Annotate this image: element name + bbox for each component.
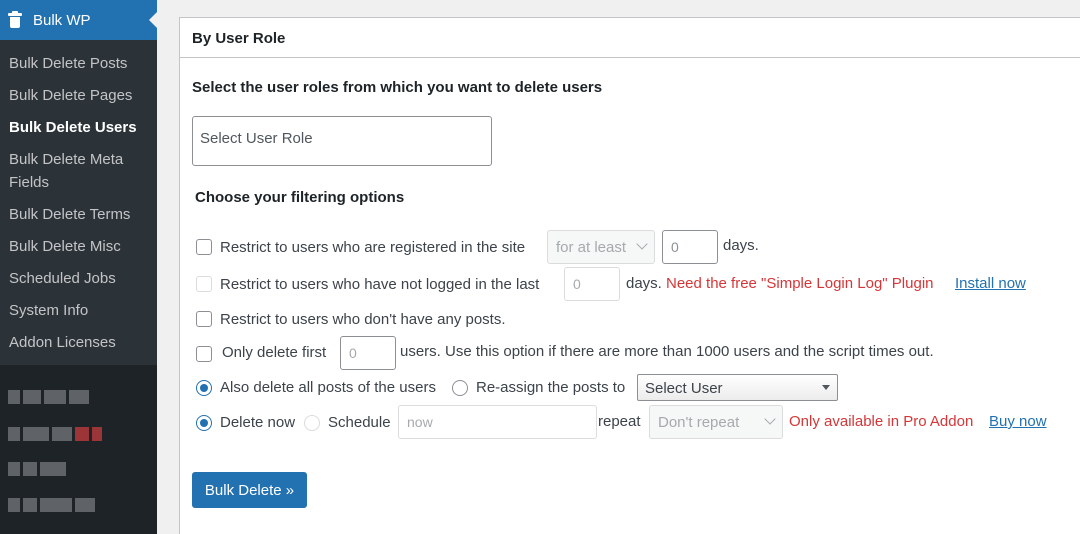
- sidebar-item-system-info[interactable]: System Info: [0, 294, 157, 326]
- not-logged-days-unit: days.: [626, 275, 662, 292]
- sidebar-submenu: Bulk Delete Posts Bulk Delete Pages Bulk…: [0, 40, 157, 365]
- limit-label: Only delete first: [222, 344, 327, 361]
- delete-now-label: Delete now: [220, 414, 296, 431]
- user-role-select[interactable]: Select User Role: [192, 116, 492, 166]
- delete-posts-radio[interactable]: [196, 380, 212, 396]
- by-user-role-panel: By User Role Select the user roles from …: [179, 17, 1080, 534]
- reassign-posts-label: Re-assign the posts to: [476, 379, 626, 396]
- schedule-label: Schedule: [328, 414, 391, 431]
- trash-icon: [8, 11, 22, 28]
- repeat-label: repeat: [598, 413, 641, 430]
- registered-operator-value: for at least: [556, 239, 627, 256]
- repeat-value: Don't repeat: [658, 414, 740, 431]
- buy-now-link[interactable]: Buy now: [989, 413, 1047, 430]
- registered-filter-label: Restrict to users who are registered in …: [220, 239, 526, 256]
- limit-suffix: users. Use this option if there are more…: [400, 343, 934, 360]
- registered-operator-select[interactable]: for at least: [547, 230, 655, 264]
- not-logged-days-input[interactable]: 0: [564, 267, 620, 301]
- no-posts-filter-label: Restrict to users who don't have any pos…: [220, 311, 506, 328]
- sidebar-item-bulk-delete-posts[interactable]: Bulk Delete Posts: [0, 47, 157, 79]
- current-menu-arrow: [149, 12, 157, 28]
- intro-text: Select the user roles from which you wan…: [192, 79, 603, 96]
- sidebar-item-addon-licenses[interactable]: Addon Licenses: [0, 326, 157, 358]
- sidebar-item-bulk-delete-terms[interactable]: Bulk Delete Terms: [0, 198, 157, 230]
- schedule-radio[interactable]: [304, 415, 320, 431]
- repeat-select[interactable]: Don't repeat: [649, 405, 783, 439]
- filter-heading: Choose your filtering options: [195, 189, 405, 206]
- not-logged-filter-label: Restrict to users who have not logged in…: [220, 276, 540, 293]
- bulk-delete-button[interactable]: Bulk Delete »: [192, 472, 307, 508]
- schedule-time-input[interactable]: now: [398, 405, 597, 439]
- not-logged-days-value: 0: [573, 276, 581, 292]
- sidebar-item-bulk-delete-pages[interactable]: Bulk Delete Pages: [0, 79, 157, 111]
- reassign-user-value: Select User: [645, 380, 723, 397]
- delete-now-radio[interactable]: [196, 415, 212, 431]
- reassign-posts-radio[interactable]: [452, 380, 468, 396]
- user-role-placeholder: Select User Role: [200, 130, 313, 147]
- reassign-user-select[interactable]: Select User: [637, 374, 838, 401]
- registered-filter-checkbox[interactable]: [196, 239, 212, 255]
- sidebar-item-bulk-delete-meta-fields[interactable]: Bulk Delete Meta Fields: [0, 143, 157, 198]
- blurred-menu-item[interactable]: [8, 390, 92, 406]
- chevron-down-icon: [636, 238, 648, 250]
- install-now-link[interactable]: Install now: [955, 275, 1026, 292]
- blurred-menu-item[interactable]: [8, 498, 98, 514]
- delete-posts-label: Also delete all posts of the users: [220, 379, 436, 396]
- schedule-time-placeholder: now: [407, 414, 433, 430]
- limit-checkbox[interactable]: [196, 346, 212, 362]
- limit-value: 0: [349, 345, 357, 361]
- registered-days-value: 0: [671, 239, 679, 255]
- sidebar-item-scheduled-jobs[interactable]: Scheduled Jobs: [0, 262, 157, 294]
- limit-input[interactable]: 0: [340, 336, 396, 370]
- blurred-menu-item[interactable]: [8, 427, 105, 443]
- chevron-down-icon: [764, 413, 776, 425]
- registered-days-input[interactable]: 0: [662, 230, 718, 264]
- admin-sidebar: Bulk WP Bulk Delete Posts Bulk Delete Pa…: [0, 0, 157, 534]
- not-logged-filter-checkbox[interactable]: [196, 276, 212, 292]
- panel-title: By User Role: [180, 18, 1080, 58]
- sidebar-menu-title: Bulk WP: [33, 11, 91, 29]
- sidebar-item-bulk-delete-users[interactable]: Bulk Delete Users: [0, 111, 157, 143]
- dropdown-arrow-icon: [822, 385, 830, 390]
- pro-addon-notice: Only available in Pro Addon: [789, 413, 974, 430]
- blurred-menu-item[interactable]: [8, 462, 69, 478]
- sidebar-menu-bulk-wp[interactable]: Bulk WP: [0, 0, 157, 40]
- no-posts-filter-checkbox[interactable]: [196, 311, 212, 327]
- plugin-required-notice: Need the free "Simple Login Log" Plugin: [666, 275, 934, 292]
- registered-days-unit: days.: [723, 237, 759, 254]
- sidebar-item-bulk-delete-misc[interactable]: Bulk Delete Misc: [0, 230, 157, 262]
